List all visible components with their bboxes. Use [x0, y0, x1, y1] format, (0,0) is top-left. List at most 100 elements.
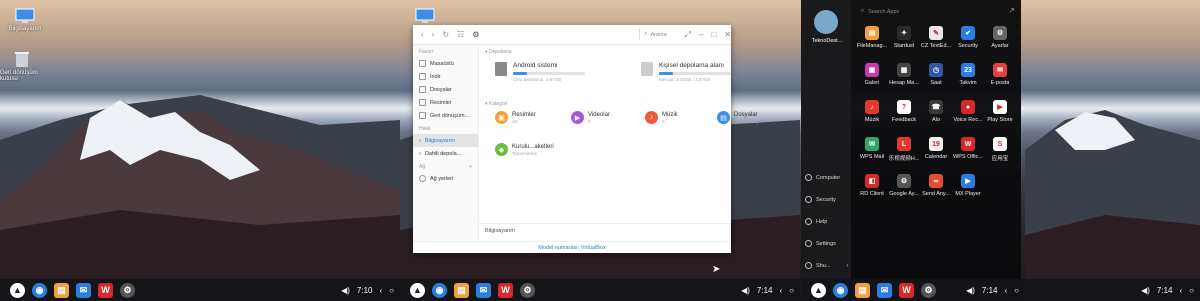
app-tile[interactable]: ▶ MX Player	[953, 174, 983, 197]
storage-name: Kişisel depolama alanı	[659, 62, 725, 69]
sidebar-item-trash[interactable]: Geri dönüşüm...	[413, 109, 478, 122]
browser-icon[interactable]: ◉	[833, 282, 848, 298]
home-icon[interactable]: ○	[789, 286, 794, 295]
app-tile[interactable]: ? Feedback	[889, 100, 919, 123]
back-icon[interactable]: ‹	[779, 286, 782, 295]
avatar[interactable]	[814, 10, 838, 34]
wps-icon[interactable]: W	[498, 282, 513, 298]
folder-icon	[419, 86, 426, 93]
desktop-icon-computer[interactable]: Bilgisayarım	[3, 8, 47, 32]
files-icon[interactable]: ▤	[54, 282, 69, 298]
close-icon[interactable]: ✕	[724, 30, 731, 39]
sidebar-section-header: Helal	[419, 126, 431, 132]
home-icon[interactable]: ○	[1189, 286, 1194, 295]
app-tile[interactable]: ⚙ Google Ay...	[889, 174, 919, 197]
app-tile[interactable]: ▤ FileManag...	[857, 26, 887, 49]
sidebar-item-computer[interactable]: › Bilgisayarım	[413, 134, 478, 147]
app-tile[interactable]: ▣ Galeri	[857, 63, 887, 86]
app-tile[interactable]: ∞ Send Any...	[921, 174, 951, 197]
volume-icon[interactable]: ◀)	[966, 286, 975, 295]
mail-icon[interactable]: ✉	[476, 282, 491, 298]
wps-icon[interactable]: W	[98, 282, 113, 298]
files-icon[interactable]: ▤	[454, 282, 469, 298]
storage-item-personal[interactable]: Kişisel depolama alanı Mevcut: 3,16GB / …	[641, 62, 731, 82]
app-tile[interactable]: ◷ Saat	[921, 63, 951, 86]
start-logo-icon[interactable]: ▲	[10, 282, 25, 298]
settings-icon[interactable]: ⚙	[120, 282, 135, 298]
start-logo-icon[interactable]: ▲	[410, 282, 425, 298]
drawer-item-help[interactable]: Help	[805, 218, 827, 225]
app-tile[interactable]: ◧ RD Client	[857, 174, 887, 197]
home-icon[interactable]: ○	[389, 286, 394, 295]
app-tile[interactable]: ✔ Security	[953, 26, 983, 49]
settings-icon[interactable]: ⚙	[520, 282, 535, 298]
back-icon[interactable]: ‹	[379, 286, 382, 295]
category-documents[interactable]: ▤ Dosyalar Taranmamış	[717, 111, 759, 124]
mail-icon[interactable]: ✉	[877, 282, 892, 298]
chevron-right-icon: ›	[419, 150, 421, 157]
back-icon[interactable]: ‹	[1004, 286, 1007, 295]
app-tile[interactable]: ✎ CZ TextEd...	[921, 26, 951, 49]
app-search[interactable]: ⌕ Search Apps	[861, 8, 899, 15]
drawer-item-computer[interactable]: Computer	[805, 174, 840, 181]
category-videos[interactable]: ▶ Videolar 0	[571, 111, 610, 124]
drive-icon	[641, 62, 653, 76]
volume-icon[interactable]: ◀)	[1141, 286, 1150, 295]
expand-icon[interactable]: ↗	[1008, 6, 1015, 15]
storage-item-android[interactable]: Android sistemi Giriş depolama: 3,87GB	[495, 62, 585, 82]
home-icon[interactable]: ○	[1014, 286, 1019, 295]
back-icon[interactable]: ‹	[1179, 286, 1182, 295]
maximize-icon[interactable]: □	[711, 30, 716, 39]
volume-icon[interactable]: ◀)	[741, 286, 750, 295]
sidebar-item-network[interactable]: Ağ yerleri	[413, 172, 478, 185]
browser-icon[interactable]: ◉	[32, 282, 47, 298]
app-tile[interactable]: ✉ WPS Mail	[857, 137, 887, 160]
list-view-icon[interactable]: ☷	[457, 30, 464, 39]
search-box[interactable]: ⌕ Arama	[639, 29, 678, 40]
sidebar-item-desktop[interactable]: Masaüstü	[413, 57, 478, 70]
app-tile[interactable]: ☎ Alo	[921, 100, 951, 123]
sidebar-item-pictures[interactable]: Resimler	[413, 96, 478, 109]
system-tray: ◀) 7:14 ‹ ○	[1141, 279, 1194, 301]
app-tile[interactable]: ♪ Müzik	[857, 100, 887, 123]
desktop-icon-trash[interactable]: Geri dönüşüm kutusu	[0, 50, 44, 82]
app-tile[interactable]: ▶ Play Store	[985, 100, 1015, 123]
app-tile[interactable]: W WPS Offic...	[953, 137, 983, 160]
mail-icon[interactable]: ✉	[76, 282, 91, 298]
app-tile[interactable]: S 应用宝	[985, 137, 1015, 162]
plus-icon[interactable]: +	[469, 164, 472, 170]
refresh-icon[interactable]: ↻	[442, 30, 449, 39]
category-pictures[interactable]: ▣ Resimler 10	[495, 111, 536, 124]
desktop-icon-computer[interactable]	[403, 8, 447, 24]
app-tile[interactable]: ● Voice Rec...	[953, 100, 983, 123]
app-tile[interactable]: 19 Calendar	[921, 137, 951, 160]
wps-icon[interactable]: W	[899, 282, 914, 298]
drawer-item-security[interactable]: Security	[805, 196, 836, 203]
sidebar-item-download[interactable]: İndir	[413, 70, 478, 83]
settings-icon[interactable]: ⚙	[921, 282, 936, 298]
app-icon: L	[897, 137, 911, 151]
drawer-item-settings[interactable]: Settings	[805, 240, 836, 247]
files-icon[interactable]: ▤	[855, 282, 870, 298]
minimize-icon[interactable]: –	[699, 30, 703, 39]
app-tile[interactable]: L 乐视视频H...	[889, 137, 919, 162]
app-icon: 19	[929, 137, 943, 151]
sidebar-item-internal-storage[interactable]: › Dahili depola...	[413, 147, 478, 160]
browser-icon[interactable]: ◉	[432, 282, 447, 298]
gear-icon[interactable]: ⚙	[472, 30, 479, 39]
forward-arrow-icon[interactable]: ›	[432, 30, 435, 39]
sidebar-item-files[interactable]: Dosyalar	[413, 83, 478, 96]
app-tile[interactable]: ⚙ Ayarlar	[985, 26, 1015, 49]
category-installed-packages[interactable]: ◆ Kurulu...aketleri Taranmamış	[495, 143, 554, 156]
app-tile[interactable]: ✉ E-posta	[985, 63, 1015, 86]
app-tile[interactable]: 23 Takvim	[953, 63, 983, 86]
expand-icon[interactable]: ⤢	[685, 30, 691, 40]
volume-icon[interactable]: ◀)	[341, 286, 350, 295]
category-music[interactable]: ♪ Müzik 0	[645, 111, 678, 124]
back-arrow-icon[interactable]: ‹	[421, 30, 424, 39]
start-logo-icon[interactable]: ▲	[811, 282, 826, 298]
app-tile[interactable]: ▦ Hesap Ma...	[889, 63, 919, 86]
clock: 7:14	[1156, 285, 1173, 295]
app-tile[interactable]: ✦ Stardust	[889, 26, 919, 49]
drawer-item-shutdown[interactable]: Shu... ›	[805, 262, 848, 269]
